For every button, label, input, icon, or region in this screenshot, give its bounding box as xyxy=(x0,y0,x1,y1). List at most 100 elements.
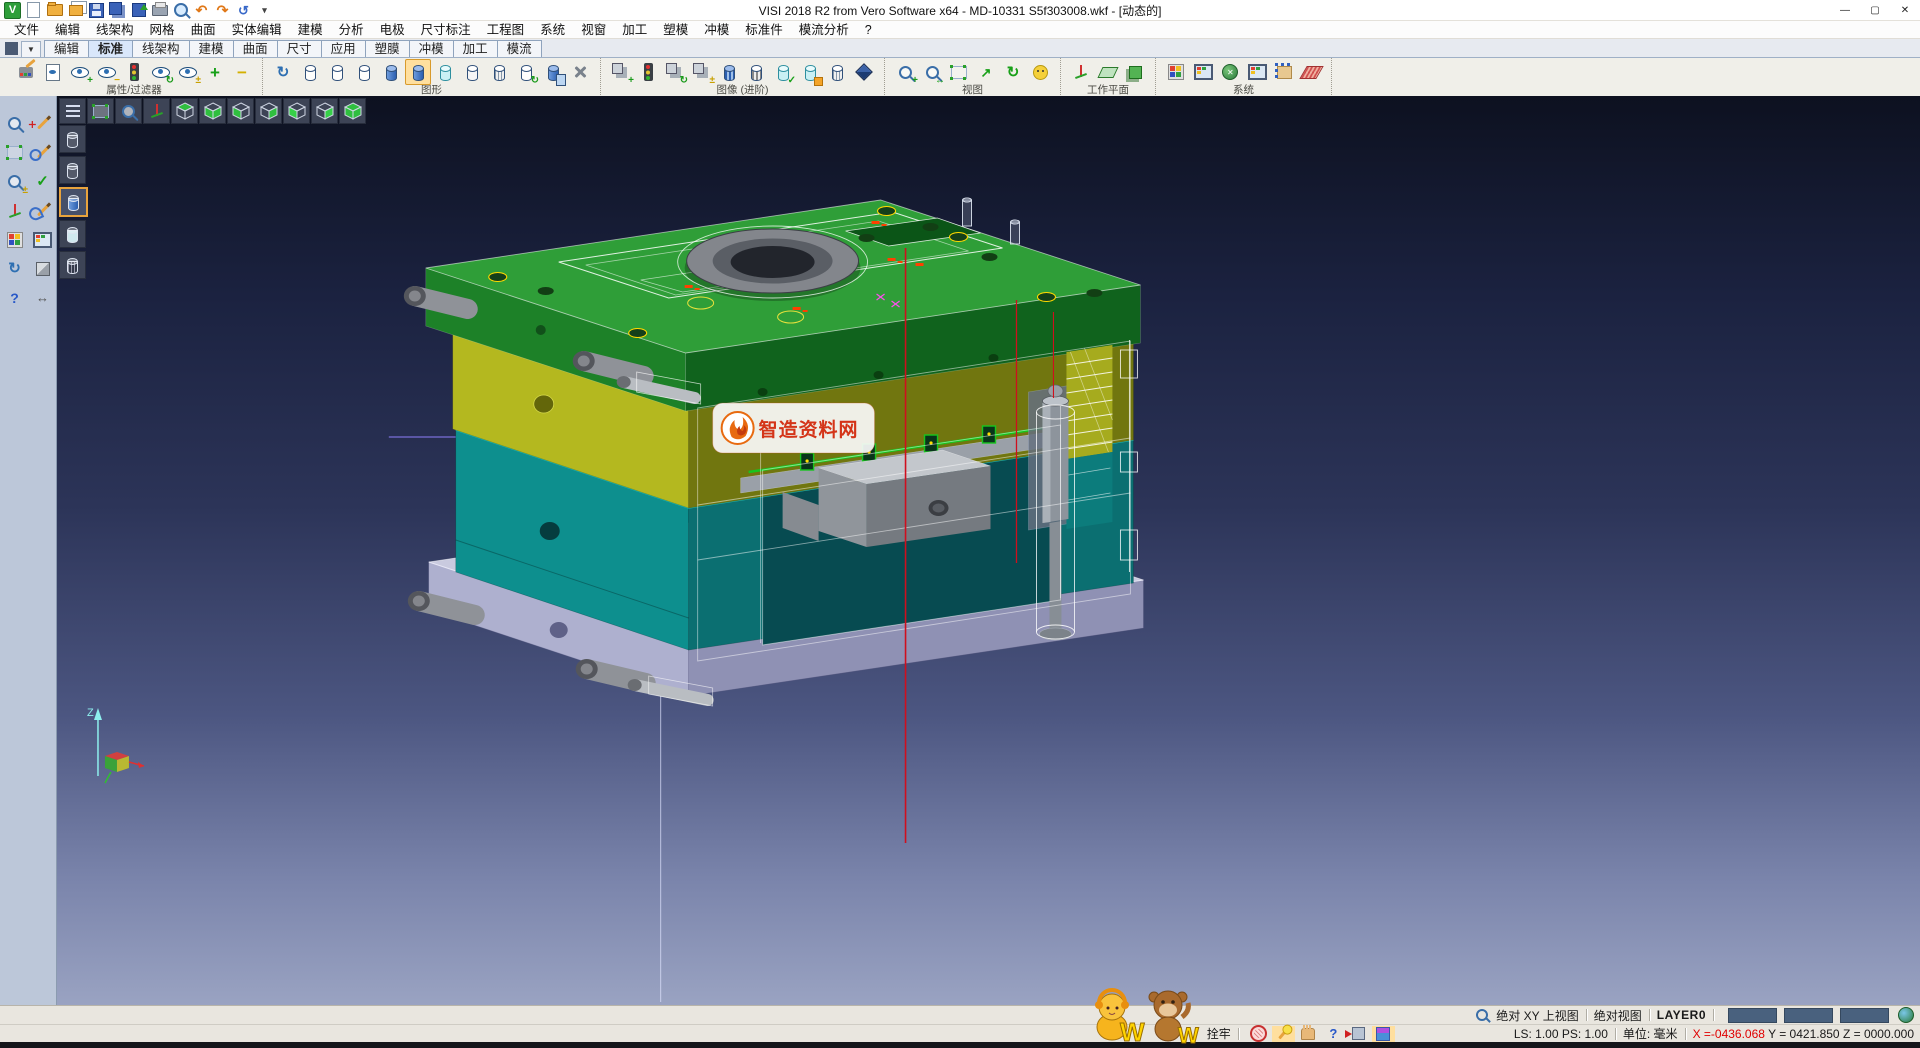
menu-item[interactable]: 网格 xyxy=(142,22,183,38)
mold-assembly-model[interactable]: 智造资料网 Z xyxy=(57,96,1920,1006)
open-recent-icon[interactable] xyxy=(66,1,85,19)
validate-solid-icon[interactable] xyxy=(770,59,796,85)
zoom-in-icon[interactable] xyxy=(892,59,918,85)
shade-ghost-icon[interactable] xyxy=(59,220,86,248)
tab-surface[interactable]: 曲面 xyxy=(233,40,278,57)
snap-settings-icon[interactable] xyxy=(1271,59,1297,85)
show-all-icon[interactable]: + xyxy=(202,59,228,85)
toggle-image-icon[interactable] xyxy=(689,59,715,85)
menu-item[interactable]: 模流分析 xyxy=(791,22,857,38)
menu-item[interactable]: 冲模 xyxy=(696,22,737,38)
status-layer[interactable]: LAYER0 xyxy=(1657,1008,1706,1022)
tab-modeling[interactable]: 建模 xyxy=(189,40,234,57)
section-solid-icon[interactable] xyxy=(824,59,850,85)
move-axes-icon[interactable] xyxy=(1,197,28,224)
menu-item[interactable]: 尺寸标注 xyxy=(413,22,479,38)
attribute-document-icon[interactable] xyxy=(40,59,66,85)
redraw-icon[interactable]: ↻ xyxy=(270,59,296,85)
status-scale[interactable]: LS: 1.00 PS: 1.00 xyxy=(1514,1027,1608,1041)
menu-item[interactable]: 标准件 xyxy=(737,22,791,38)
status-view-absolute[interactable]: 绝对视图 xyxy=(1594,1007,1642,1024)
copy-view-icon[interactable] xyxy=(540,59,566,85)
new-file-icon[interactable] xyxy=(24,1,43,19)
layer-color-button-2[interactable] xyxy=(1784,1008,1833,1023)
view-cube-iso-icon[interactable] xyxy=(339,98,366,124)
ghost-view-icon[interactable] xyxy=(459,59,485,85)
wireframe-view-icon[interactable] xyxy=(297,59,323,85)
workplane-box-icon[interactable] xyxy=(1122,59,1148,85)
menu-item[interactable]: 电极 xyxy=(372,22,413,38)
navy-cube-icon[interactable] xyxy=(851,59,877,85)
preview-search-icon[interactable] xyxy=(171,1,190,19)
observer-icon[interactable] xyxy=(1027,59,1053,85)
view-cube-back-icon[interactable] xyxy=(311,98,338,124)
sketch-circle-icon[interactable] xyxy=(29,139,56,166)
cube-display-icon[interactable] xyxy=(1372,1026,1395,1042)
hide-entities-icon[interactable] xyxy=(94,59,120,85)
tab-standard[interactable]: 标准 xyxy=(88,40,133,57)
visi-logo[interactable]: V xyxy=(3,1,22,19)
menu-item[interactable]: 曲面 xyxy=(183,22,224,38)
help-icon[interactable]: ? xyxy=(1,284,28,311)
shade-shaded-icon[interactable] xyxy=(59,187,88,217)
context-help-icon[interactable]: ? xyxy=(1322,1026,1345,1042)
lock-stamp-icon[interactable] xyxy=(1247,1026,1270,1042)
history-icon[interactable]: ↺ xyxy=(234,1,253,19)
zoom-extents-icon[interactable] xyxy=(919,59,945,85)
layer-color-button-3[interactable] xyxy=(1840,1008,1889,1023)
tag-solid-icon[interactable] xyxy=(797,59,823,85)
tab-application[interactable]: 应用 xyxy=(321,40,366,57)
shade-section-icon[interactable] xyxy=(59,251,86,279)
color-palette-icon[interactable] xyxy=(1163,59,1189,85)
refresh-visibility-icon[interactable] xyxy=(148,59,174,85)
attribute-paint-icon[interactable] xyxy=(13,59,39,85)
print-icon[interactable] xyxy=(150,1,169,19)
workplane-plane-icon[interactable] xyxy=(1095,59,1121,85)
open-file-icon[interactable] xyxy=(45,1,64,19)
hide-all-icon[interactable]: − xyxy=(229,59,255,85)
add-image-icon[interactable] xyxy=(608,59,634,85)
quickbar-overflow-icon[interactable]: ▾ xyxy=(255,1,274,19)
shaded-view-icon[interactable] xyxy=(378,59,404,85)
status-search-icon[interactable] xyxy=(1476,1009,1488,1021)
show-entities-icon[interactable] xyxy=(67,59,93,85)
image-filter-icon[interactable] xyxy=(635,59,661,85)
toggle-visibility-icon[interactable] xyxy=(175,59,201,85)
measure-distance-icon[interactable]: ↔ xyxy=(29,284,56,311)
layer-books-icon[interactable] xyxy=(1,226,28,253)
menu-item[interactable]: 加工 xyxy=(614,22,655,38)
tab-dimension[interactable]: 尺寸 xyxy=(277,40,322,57)
workplane-axes-icon[interactable] xyxy=(1068,59,1094,85)
maximize-button[interactable]: ▢ xyxy=(1860,1,1890,20)
viewport-zoom-icon[interactable] xyxy=(115,98,142,124)
tab-mould[interactable]: 塑膜 xyxy=(365,40,410,57)
status-view-mode[interactable]: 绝对 XY 上视图 xyxy=(1496,1007,1578,1024)
refresh-view-icon[interactable]: ↻ xyxy=(1000,59,1026,85)
sketch-spline-icon[interactable] xyxy=(29,197,56,224)
minimize-button[interactable]: — xyxy=(1830,1,1860,20)
viewport-frame-icon[interactable] xyxy=(87,98,114,124)
filter-traffic-light-icon[interactable] xyxy=(121,59,147,85)
menu-item[interactable]: 建模 xyxy=(290,22,331,38)
import-export-icon[interactable] xyxy=(129,1,148,19)
export-box-icon[interactable] xyxy=(1347,1026,1370,1042)
status-lock-label[interactable]: 拴牢 xyxy=(1207,1025,1231,1042)
view-settings-icon[interactable] xyxy=(567,59,593,85)
close-button[interactable]: ✕ xyxy=(1890,1,1920,20)
tab-progress[interactable]: 冲模 xyxy=(409,40,454,57)
view-cube-right-icon[interactable] xyxy=(255,98,282,124)
transparent-view-icon[interactable] xyxy=(432,59,458,85)
shade-hidden-line-icon[interactable] xyxy=(59,156,86,184)
tab-machining[interactable]: 加工 xyxy=(453,40,498,57)
zoom-window-icon[interactable] xyxy=(946,59,972,85)
undo-icon[interactable]: ↶ xyxy=(192,1,211,19)
view-cube-front-icon[interactable] xyxy=(283,98,310,124)
brush-hand-icon[interactable] xyxy=(1297,1026,1320,1042)
regen-solid-icon[interactable] xyxy=(513,59,539,85)
menu-item[interactable]: 分析 xyxy=(331,22,372,38)
menu-item[interactable]: 系统 xyxy=(532,22,573,38)
delete-entities-icon[interactable] xyxy=(29,110,56,137)
zoom-previous-icon[interactable]: ↗ xyxy=(973,59,999,85)
zoom-solid-icon[interactable] xyxy=(1,168,28,195)
layer-color-button-1[interactable] xyxy=(1728,1008,1777,1023)
